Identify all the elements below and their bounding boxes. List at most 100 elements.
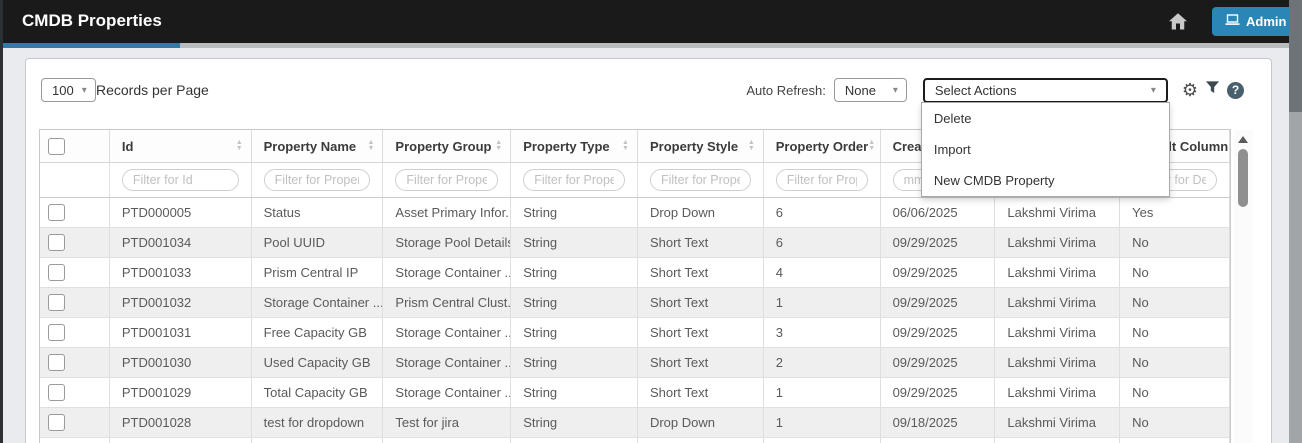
sort-arrows-icon[interactable]: ▲▼	[748, 140, 755, 152]
row-checkbox[interactable]	[48, 264, 65, 281]
table-cell: No	[1120, 408, 1230, 437]
column-header-property-group[interactable]: Property Group ▲▼	[383, 130, 511, 162]
column-header-label: Property Order	[776, 139, 868, 154]
table-cell: Status	[252, 198, 384, 227]
admin-button[interactable]: Admin	[1212, 7, 1299, 36]
sort-arrows-icon[interactable]: ▲▼	[622, 140, 629, 152]
home-icon[interactable]	[1168, 12, 1188, 32]
table-cell: Lakshmi Virima	[995, 318, 1120, 347]
row-checkbox[interactable]	[48, 384, 65, 401]
sort-arrows-icon[interactable]: ▲▼	[1228, 140, 1230, 152]
filter-input-property-group[interactable]	[395, 169, 498, 191]
table-cell	[881, 438, 996, 443]
table-cell: String	[511, 288, 638, 317]
scroll-up-arrow-icon[interactable]	[1238, 136, 1248, 143]
table-cell: 1	[764, 288, 881, 317]
table-cell: 2	[764, 348, 881, 377]
table-row: PTD000005StatusAsset Primary Infor...Str…	[40, 198, 1230, 228]
table-cell: Storage Container ...	[383, 348, 511, 377]
filter-funnel-icon[interactable]	[1205, 80, 1220, 100]
content-panel: 100 ▾ Records per Page Auto Refresh: Non…	[25, 58, 1272, 443]
toolbar-right: Auto Refresh: None ▾ Select Actions ▾ De…	[746, 78, 1244, 102]
table-row: PTD001029Total Capacity GBStorage Contai…	[40, 378, 1230, 408]
chevron-down-icon: ▾	[82, 85, 87, 96]
table-cell	[110, 438, 252, 443]
row-checkbox-cell	[40, 288, 110, 317]
auto-refresh-label: Auto Refresh:	[746, 83, 826, 98]
row-checkbox[interactable]	[48, 234, 65, 251]
column-header-property-type[interactable]: Property Type ▲▼	[511, 130, 638, 162]
auto-refresh-select[interactable]: None ▾	[834, 78, 907, 102]
table-cell: PTD001028	[110, 408, 252, 437]
table-cell: String	[511, 348, 638, 377]
filter-input-property-name[interactable]	[264, 169, 371, 191]
help-icon[interactable]: ?	[1227, 82, 1244, 99]
filter-cell-select	[40, 163, 110, 197]
table-scrollbar[interactable]	[1234, 130, 1253, 443]
table-cell: Asset Primary Infor...	[383, 198, 511, 227]
table-cell: String	[511, 198, 638, 227]
sort-arrows-icon[interactable]: ▲▼	[367, 140, 374, 152]
sort-arrows-icon[interactable]: ▲▼	[236, 140, 243, 152]
actions-menu-item-delete[interactable]: Delete	[922, 103, 1169, 134]
table-cell: Lakshmi Virima	[995, 198, 1120, 227]
column-header-label: Property Group	[395, 139, 491, 154]
column-header-label: Property Style	[650, 139, 738, 154]
column-header-property-order[interactable]: Property Order▲▼	[764, 130, 881, 162]
row-checkbox-cell	[40, 408, 110, 437]
select-all-checkbox[interactable]	[48, 138, 65, 155]
browser-scrollbar-thumb[interactable]	[1289, 0, 1302, 112]
table-cell: Lakshmi Virima	[995, 228, 1120, 257]
actions-menu-item-new-cmdb-property[interactable]: New CMDB Property	[922, 165, 1169, 196]
table-cell: No	[1120, 348, 1230, 377]
sort-arrows-icon[interactable]: ▲▼	[495, 140, 502, 152]
table-cell: 09/29/2025	[881, 288, 996, 317]
table-cell: 1	[764, 408, 881, 437]
table-cell: Lakshmi Virima	[995, 378, 1120, 407]
table-cell: String	[511, 408, 638, 437]
table-cell: Test for jira	[383, 408, 511, 437]
filter-input-property-style[interactable]	[650, 169, 751, 191]
column-header-id[interactable]: Id▲▼	[110, 130, 252, 162]
table-cell: 1	[764, 378, 881, 407]
row-checkbox[interactable]	[48, 204, 65, 221]
row-checkbox-cell	[40, 258, 110, 287]
filter-input-id[interactable]	[122, 169, 239, 191]
filter-cell-property-order	[764, 163, 881, 197]
table-body: PTD000005StatusAsset Primary Infor...Str…	[40, 198, 1230, 443]
table-scrollbar-thumb[interactable]	[1238, 149, 1248, 207]
table-cell: Lakshmi Virima	[995, 258, 1120, 287]
chevron-down-icon: ▾	[893, 85, 898, 96]
row-checkbox-cell	[40, 198, 110, 227]
chevron-down-icon: ▾	[1151, 85, 1156, 96]
table-cell: Short Text	[638, 258, 764, 287]
records-per-page-select[interactable]: 100 ▾	[41, 78, 96, 102]
sort-arrows-icon[interactable]: ▲▼	[868, 140, 875, 152]
row-checkbox[interactable]	[48, 414, 65, 431]
table-cell: Used Capacity GB	[252, 348, 384, 377]
row-checkbox[interactable]	[48, 324, 65, 341]
table-cell: PTD001031	[110, 318, 252, 347]
row-checkbox[interactable]	[48, 354, 65, 371]
column-header-property-style[interactable]: Property Style ▲▼	[638, 130, 764, 162]
filter-input-property-order[interactable]	[776, 169, 868, 191]
column-header-label: Property Type	[523, 139, 609, 154]
table-cell: 06/06/2025	[881, 198, 996, 227]
table-cell: PTD001029	[110, 378, 252, 407]
table-cell: Drop Down	[638, 408, 764, 437]
laptop-icon	[1225, 14, 1240, 29]
table-cell: 09/29/2025	[881, 348, 996, 377]
filter-cell-property-group	[383, 163, 511, 197]
row-checkbox[interactable]	[48, 294, 65, 311]
actions-menu-item-import[interactable]: Import	[922, 134, 1169, 165]
table-cell: Short Text	[638, 288, 764, 317]
table-cell: Yes	[1120, 198, 1230, 227]
select-actions-dropdown[interactable]: Select Actions ▾	[923, 78, 1168, 103]
settings-gear-icon[interactable]: ⚙	[1182, 81, 1198, 99]
filter-input-property-type[interactable]	[523, 169, 625, 191]
browser-scrollbar[interactable]	[1289, 0, 1302, 443]
app-window: CMDB Properties Admin 100 ▾ Records per …	[0, 0, 1302, 443]
column-header-property-name[interactable]: Property Name▲▼	[252, 130, 384, 162]
table-cell: Short Text	[638, 348, 764, 377]
column-header-select[interactable]	[40, 130, 110, 162]
